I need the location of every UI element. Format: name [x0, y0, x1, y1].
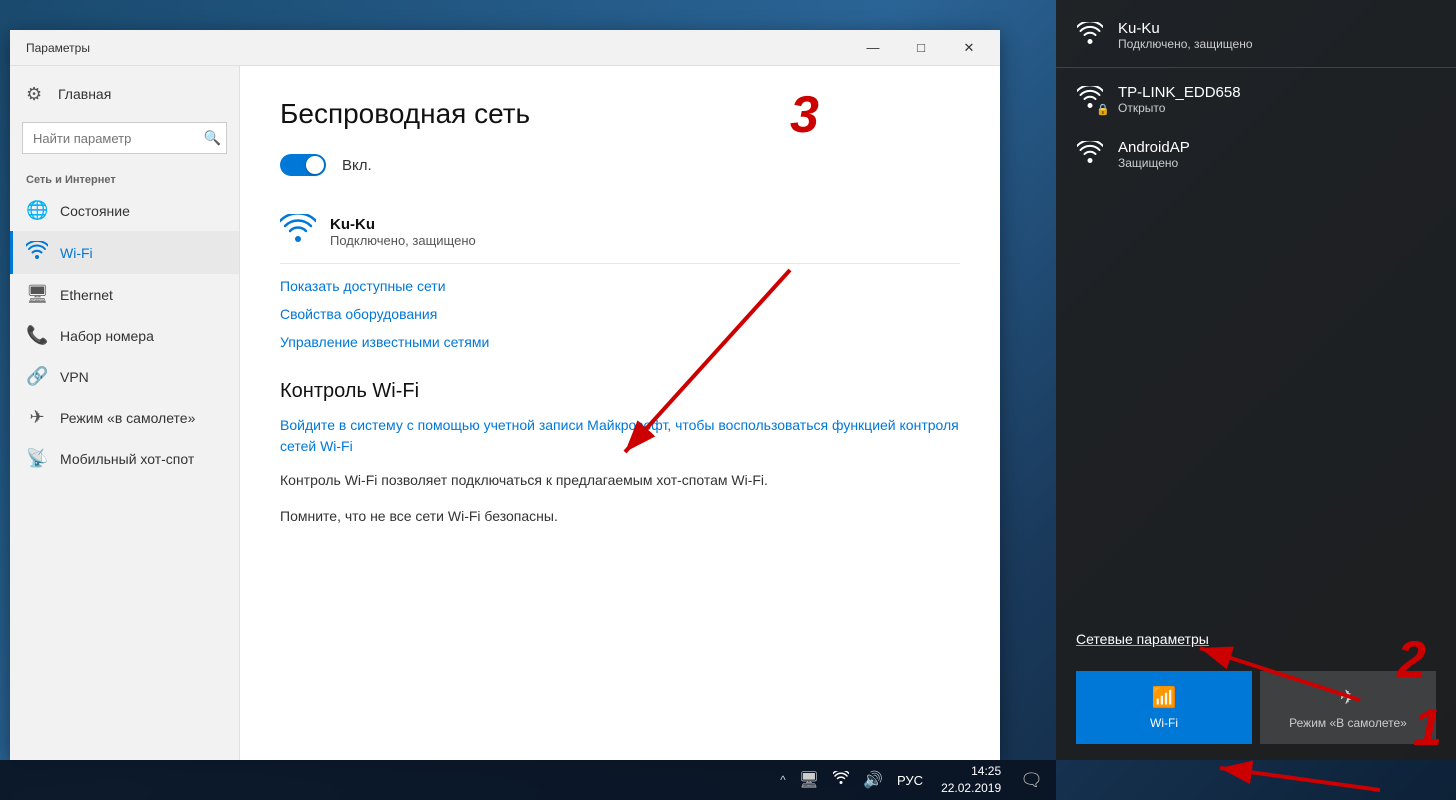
- systray: ^ 🖥 🔊 РУС 14:25 22.02.2019 🗨: [777, 763, 1048, 797]
- home-icon: ⚙: [26, 84, 46, 104]
- main-content: Беспроводная сеть Вкл.: [240, 66, 1000, 760]
- vpn-label: VPN: [60, 369, 89, 385]
- wifi-quick-icon: 📶: [1152, 685, 1177, 710]
- sidebar-item-vpn[interactable]: 🔗 VPN: [10, 356, 239, 397]
- settings-body: ⚙ Главная 🔍 Сеть и Интернет 🌐 Состояние: [10, 66, 1000, 760]
- tray-monitor-icon[interactable]: 🖥: [795, 768, 823, 792]
- wifi-quick-label: Wi-Fi: [1150, 716, 1178, 730]
- wifi-tplink-name: TP-LINK_EDD658: [1118, 84, 1241, 101]
- wifi-connected-icon: [280, 214, 316, 249]
- airplane-label: Режим «в самолете»: [60, 410, 195, 426]
- manage-networks-link[interactable]: Управление известными сетями: [280, 328, 960, 356]
- wifi-panel: Ku-Ku Подключено, защищено 🔒 TP-LINK_EDD…: [1056, 0, 1456, 760]
- tray-wifi-icon[interactable]: [829, 769, 853, 792]
- vpn-icon: 🔗: [26, 366, 48, 387]
- wifi-network-tplink[interactable]: 🔒 TP-LINK_EDD658 Открыто: [1056, 72, 1456, 127]
- maximize-button[interactable]: □: [898, 33, 944, 63]
- wifi-quick-action[interactable]: 📶 Wi-Fi: [1076, 671, 1252, 744]
- sidebar-item-ethernet[interactable]: 🖥 Ethernet: [10, 274, 239, 315]
- network-settings-link[interactable]: Сетевые параметры: [1056, 619, 1456, 659]
- tray-time-value: 14:25: [941, 763, 1001, 780]
- toggle-label: Вкл.: [342, 157, 372, 174]
- sidebar-item-status[interactable]: 🌐 Состояние: [10, 190, 239, 231]
- minimize-button[interactable]: —: [850, 33, 896, 63]
- sidebar-section-label: Сеть и Интернет: [10, 162, 239, 190]
- home-label: Главная: [58, 86, 111, 102]
- signin-link[interactable]: Войдите в систему с помощью учетной запи…: [280, 417, 959, 454]
- wifi-network-androidap[interactable]: AndroidAP Защищено: [1056, 127, 1456, 182]
- dialup-label: Набор номера: [60, 328, 154, 344]
- wifi-androidap-icon: [1076, 141, 1104, 169]
- airplane-quick-action[interactable]: ✈ Режим «В самолете»: [1260, 671, 1436, 744]
- airplane-icon: ✈: [26, 407, 48, 428]
- title-bar: Параметры — □ ✕: [10, 30, 1000, 66]
- settings-window: Параметры — □ ✕ ⚙ Главная 🔍 Сеть и Интер…: [10, 30, 1000, 760]
- wifi-toggle[interactable]: [280, 154, 326, 176]
- status-icon: 🌐: [26, 200, 48, 221]
- current-network-card: Ku-Ku Подключено, защищено: [280, 200, 960, 264]
- wifi-kuku-icon: [1076, 22, 1104, 50]
- dialup-icon: 📞: [26, 325, 48, 346]
- wifi-androidap-details: AndroidAP Защищено: [1118, 139, 1190, 170]
- tray-expand-icon[interactable]: ^: [777, 771, 789, 789]
- wifi-sense-description: Контроль Wi-Fi позволяет подключаться к …: [280, 469, 960, 491]
- wifi-sense-warning: Помните, что не все сети Wi-Fi безопасны…: [280, 505, 960, 527]
- quick-actions: 📶 Wi-Fi ✈ Режим «В самолете»: [1056, 663, 1456, 752]
- wifi-kuku-name: Ku-Ku: [1118, 20, 1253, 37]
- sidebar-item-home[interactable]: ⚙ Главная: [10, 74, 239, 114]
- sidebar-item-wifi[interactable]: Wi-Fi: [10, 231, 239, 274]
- wifi-tplink-details: TP-LINK_EDD658 Открыто: [1118, 84, 1241, 115]
- network-info: Ku-Ku Подключено, защищено: [330, 216, 476, 248]
- sidebar: ⚙ Главная 🔍 Сеть и Интернет 🌐 Состояние: [10, 66, 240, 760]
- ethernet-icon: 🖥: [26, 284, 48, 305]
- show-networks-link[interactable]: Показать доступные сети: [280, 272, 960, 300]
- window-title: Параметры: [26, 41, 90, 55]
- tray-date-value: 22.02.2019: [941, 780, 1001, 797]
- wifi-sidebar-icon: [26, 241, 48, 264]
- network-status: Подключено, защищено: [330, 233, 476, 248]
- desktop: Параметры — □ ✕ ⚙ Главная 🔍 Сеть и Интер…: [0, 0, 1456, 800]
- wifi-tplink-status: Открыто: [1118, 101, 1241, 115]
- tray-volume-icon[interactable]: 🔊: [859, 768, 887, 792]
- search-input[interactable]: [22, 122, 227, 154]
- wifi-toggle-row: Вкл.: [280, 154, 960, 176]
- sidebar-item-hotspot[interactable]: 📡 Мобильный хот-спот: [10, 438, 239, 479]
- sidebar-item-dialup[interactable]: 📞 Набор номера: [10, 315, 239, 356]
- panel-divider-1: [1056, 67, 1456, 68]
- search-button[interactable]: 🔍: [204, 130, 221, 147]
- wifi-sense-title: Контроль Wi-Fi: [280, 380, 960, 403]
- adapter-properties-link[interactable]: Свойства оборудования: [280, 300, 960, 328]
- airplane-quick-label: Режим «В самолете»: [1289, 716, 1407, 730]
- wifi-kuku-status: Подключено, защищено: [1118, 37, 1253, 51]
- ethernet-label: Ethernet: [60, 287, 113, 303]
- wifi-kuku-details: Ku-Ku Подключено, защищено: [1118, 20, 1253, 51]
- wifi-network-kuku[interactable]: Ku-Ku Подключено, защищено: [1056, 8, 1456, 63]
- sidebar-item-airplane[interactable]: ✈ Режим «в самолете»: [10, 397, 239, 438]
- hotspot-icon: 📡: [26, 448, 48, 469]
- network-name: Ku-Ku: [330, 216, 476, 233]
- tray-datetime: 14:25 22.02.2019: [933, 763, 1009, 797]
- status-label: Состояние: [60, 203, 130, 219]
- wifi-androidap-name: AndroidAP: [1118, 139, 1190, 156]
- taskbar: ^ 🖥 🔊 РУС 14:25 22.02.2019 🗨: [0, 760, 1056, 800]
- wifi-androidap-status: Защищено: [1118, 156, 1190, 170]
- hotspot-label: Мобильный хот-спот: [60, 451, 194, 467]
- wifi-sidebar-label: Wi-Fi: [60, 245, 93, 261]
- tray-language[interactable]: РУС: [893, 773, 927, 788]
- tray-notification-icon[interactable]: 🗨: [1015, 768, 1048, 793]
- search-box: 🔍: [22, 122, 227, 154]
- airplane-quick-icon: ✈: [1340, 685, 1357, 710]
- page-title: Беспроводная сеть: [280, 98, 960, 130]
- close-button[interactable]: ✕: [946, 33, 992, 63]
- window-controls: — □ ✕: [850, 33, 992, 63]
- wifi-tplink-icon: 🔒: [1076, 86, 1104, 114]
